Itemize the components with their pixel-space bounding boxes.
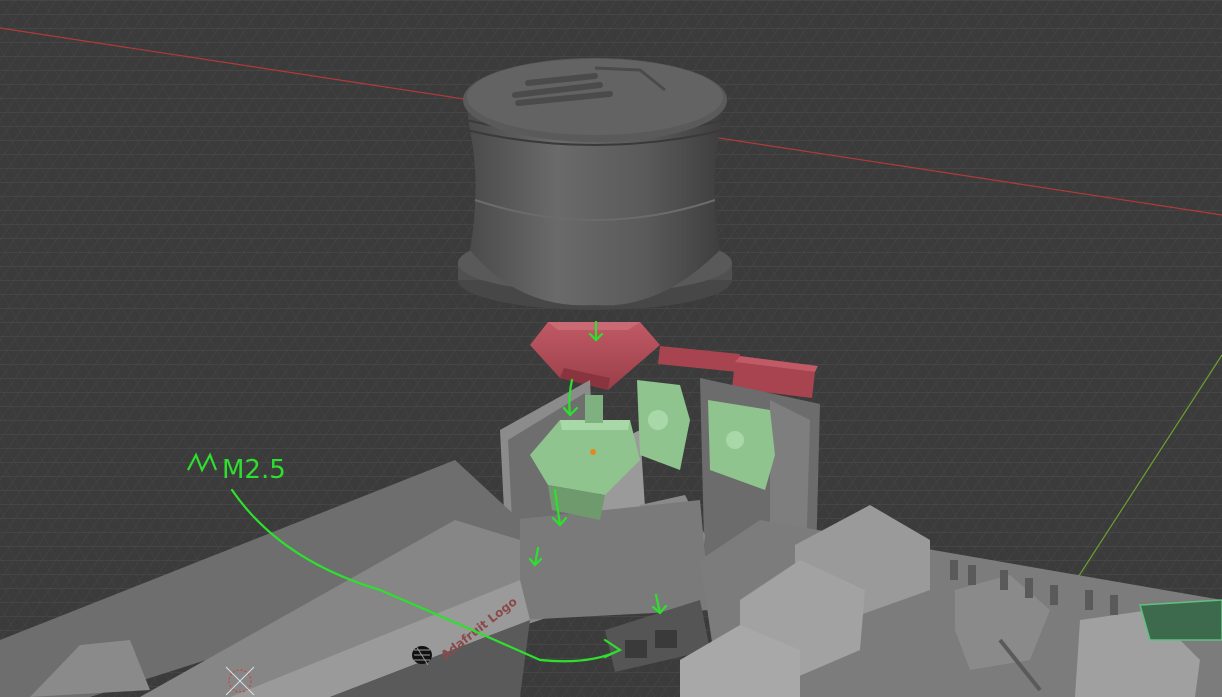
knob-model[interactable] [458,58,732,310]
3d-viewport[interactable]: Adafruit Logo M2.5 [0,0,1222,697]
screw-size-label: M2.5 [222,455,286,485]
viewport-scene[interactable]: Adafruit Logo M2.5 [0,0,1222,697]
key-switch-2[interactable] [637,380,690,470]
